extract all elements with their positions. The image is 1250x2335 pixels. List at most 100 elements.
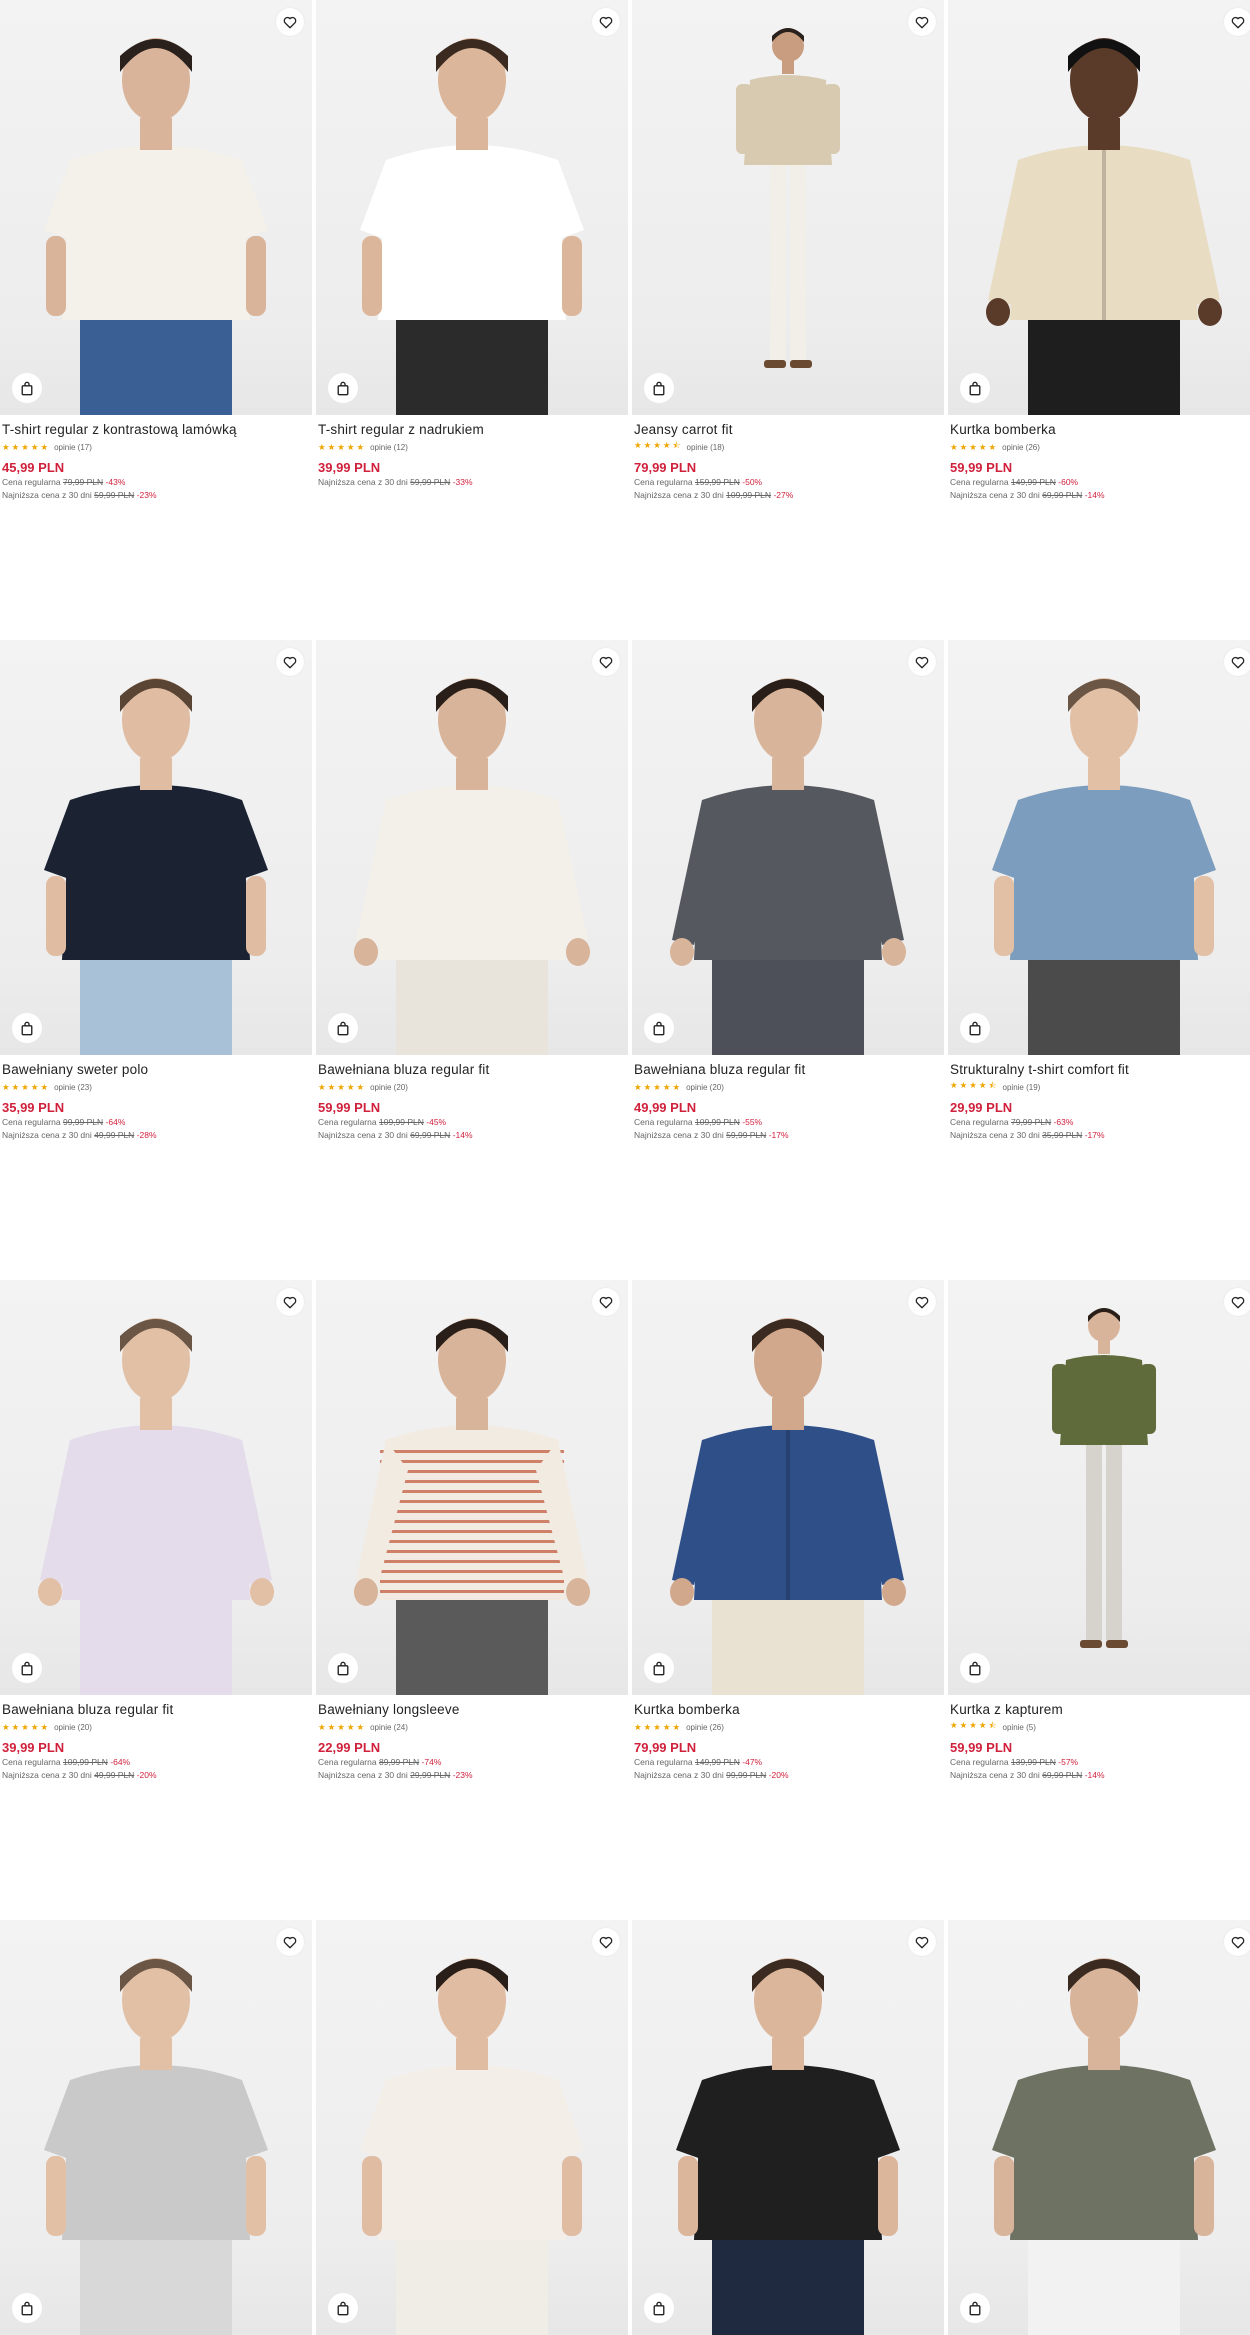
regular-price-line: Cena regularna 149,99 PLN -47% [634, 1756, 942, 1769]
product-name[interactable]: Jeansy carrot fit [634, 421, 942, 439]
lowest-discount: -27% [773, 490, 794, 500]
product-card[interactable] [948, 1920, 1250, 2335]
heart-icon[interactable] [908, 1288, 936, 1316]
rating-row: ★★★★★ opinie (26) [634, 1720, 942, 1734]
heart-icon[interactable] [592, 8, 620, 36]
heart-icon[interactable] [276, 1928, 304, 1956]
product-image[interactable] [0, 640, 312, 1055]
regular-discount: -43% [105, 477, 126, 487]
shopping-bag-icon[interactable] [12, 2293, 42, 2323]
product-image[interactable] [316, 640, 628, 1055]
heart-icon[interactable] [1224, 8, 1250, 36]
shopping-bag-icon[interactable] [644, 373, 674, 403]
heart-icon[interactable] [276, 1288, 304, 1316]
product-image[interactable] [632, 640, 944, 1055]
heart-icon[interactable] [276, 8, 304, 36]
product-card[interactable]: Bawełniana bluza regular fit ★★★★★ opini… [632, 640, 944, 1142]
star-rating: ★★★★★ [2, 441, 51, 452]
product-card[interactable]: Kurtka z kapturem ★★★★⯪ opinie (5) 59,99… [948, 1280, 1250, 1782]
lowest-price-line: Najniższa cena z 30 dni 59,99 PLN -33% [318, 476, 626, 489]
lowest-price-line: Najniższa cena z 30 dni 49,99 PLN -28% [2, 1129, 310, 1142]
lowest-price: 69,99 PLN [1042, 490, 1083, 500]
product-name[interactable]: Kurtka bomberka [950, 421, 1250, 439]
heart-icon[interactable] [592, 1928, 620, 1956]
shopping-bag-icon[interactable] [960, 2293, 990, 2323]
heart-icon[interactable] [908, 648, 936, 676]
current-price: 39,99 PLN [2, 1740, 65, 1755]
regular-discount: -64% [110, 1757, 131, 1767]
shopping-bag-icon[interactable] [12, 373, 42, 403]
regular-price-label: Cena regularna [2, 1757, 61, 1767]
product-image[interactable] [316, 1920, 628, 2335]
product-image[interactable] [316, 1280, 628, 1695]
product-name[interactable]: Bawełniany sweter polo [2, 1061, 310, 1079]
product-image[interactable] [632, 0, 944, 415]
product-image[interactable] [948, 1280, 1250, 1695]
product-card[interactable]: Kurtka bomberka ★★★★★ opinie (26) 79,99 … [632, 1280, 944, 1782]
heart-icon[interactable] [1224, 648, 1250, 676]
regular-price-line: Cena regularna 139,99 PLN -57% [950, 1756, 1250, 1769]
shopping-bag-icon[interactable] [12, 1653, 42, 1683]
product-name[interactable]: T-shirt regular z kontrastową lamówką [2, 421, 310, 439]
product-card[interactable]: Bawełniana bluza regular fit ★★★★★ opini… [316, 640, 628, 1142]
product-image[interactable] [0, 0, 312, 415]
product-name[interactable]: Bawełniana bluza regular fit [2, 1701, 310, 1719]
product-image[interactable] [0, 1280, 312, 1695]
shopping-bag-icon[interactable] [644, 2293, 674, 2323]
product-card[interactable]: Bawełniany longsleeve ★★★★★ opinie (24) … [316, 1280, 628, 1782]
shopping-bag-icon[interactable] [12, 1013, 42, 1043]
product-image[interactable] [948, 1920, 1250, 2335]
shopping-bag-icon[interactable] [328, 1653, 358, 1683]
rating-row: ★★★★⯪ opinie (5) [950, 1720, 1250, 1734]
regular-price-label: Cena regularna [950, 1757, 1009, 1767]
product-name[interactable]: Bawełniana bluza regular fit [318, 1061, 626, 1079]
heart-icon[interactable] [1224, 1928, 1250, 1956]
product-card[interactable] [316, 1920, 628, 2335]
product-name[interactable]: Bawełniany longsleeve [318, 1701, 626, 1719]
product-image[interactable] [632, 1920, 944, 2335]
lowest-discount: -14% [452, 1130, 473, 1140]
product-image[interactable] [316, 0, 628, 415]
current-price: 22,99 PLN [318, 1740, 381, 1755]
product-info: Bawełniana bluza regular fit ★★★★★ opini… [0, 1695, 312, 1782]
product-image[interactable] [948, 640, 1250, 1055]
product-card[interactable]: Bawełniany sweter polo ★★★★★ opinie (23)… [0, 640, 312, 1142]
review-count: opinie (19) [1002, 1082, 1041, 1092]
product-card[interactable]: T-shirt regular z nadrukiem ★★★★★ opinie… [316, 0, 628, 502]
shopping-bag-icon[interactable] [960, 373, 990, 403]
product-name[interactable]: T-shirt regular z nadrukiem [318, 421, 626, 439]
shopping-bag-icon[interactable] [644, 1653, 674, 1683]
shopping-bag-icon[interactable] [328, 373, 358, 403]
heart-icon[interactable] [592, 648, 620, 676]
shopping-bag-icon[interactable] [328, 1013, 358, 1043]
shopping-bag-icon[interactable] [960, 1013, 990, 1043]
product-name[interactable]: Strukturalny t-shirt comfort fit [950, 1061, 1250, 1079]
heart-icon[interactable] [908, 1928, 936, 1956]
star-rating: ★★★★★ [634, 1721, 683, 1732]
product-name[interactable]: Kurtka bomberka [634, 1701, 942, 1719]
product-info: Bawełniana bluza regular fit ★★★★★ opini… [316, 1055, 628, 1142]
heart-icon[interactable] [276, 648, 304, 676]
product-card[interactable]: T-shirt regular z kontrastową lamówką ★★… [0, 0, 312, 502]
heart-icon[interactable] [592, 1288, 620, 1316]
shopping-bag-icon[interactable] [328, 2293, 358, 2323]
heart-icon[interactable] [1224, 1288, 1250, 1316]
product-card[interactable]: Strukturalny t-shirt comfort fit ★★★★⯪ o… [948, 640, 1250, 1142]
product-card[interactable]: Jeansy carrot fit ★★★★⯪ opinie (18) 79,9… [632, 0, 944, 502]
product-card[interactable] [0, 1920, 312, 2335]
product-image[interactable] [948, 0, 1250, 415]
regular-price: 79,99 PLN [62, 477, 104, 487]
shopping-bag-icon[interactable] [644, 1013, 674, 1043]
product-name[interactable]: Kurtka z kapturem [950, 1701, 1250, 1719]
product-name[interactable]: Bawełniana bluza regular fit [634, 1061, 942, 1079]
product-image[interactable] [0, 1920, 312, 2335]
regular-price: 99,99 PLN [62, 1117, 104, 1127]
product-info: T-shirt regular z nadrukiem ★★★★★ opinie… [316, 415, 628, 489]
product-image[interactable] [632, 1280, 944, 1695]
current-price: 35,99 PLN [2, 1100, 65, 1115]
shopping-bag-icon[interactable] [960, 1653, 990, 1683]
product-card[interactable]: Kurtka bomberka ★★★★★ opinie (26) 59,99 … [948, 0, 1250, 502]
product-card[interactable]: Bawełniana bluza regular fit ★★★★★ opini… [0, 1280, 312, 1782]
heart-icon[interactable] [908, 8, 936, 36]
product-card[interactable] [632, 1920, 944, 2335]
